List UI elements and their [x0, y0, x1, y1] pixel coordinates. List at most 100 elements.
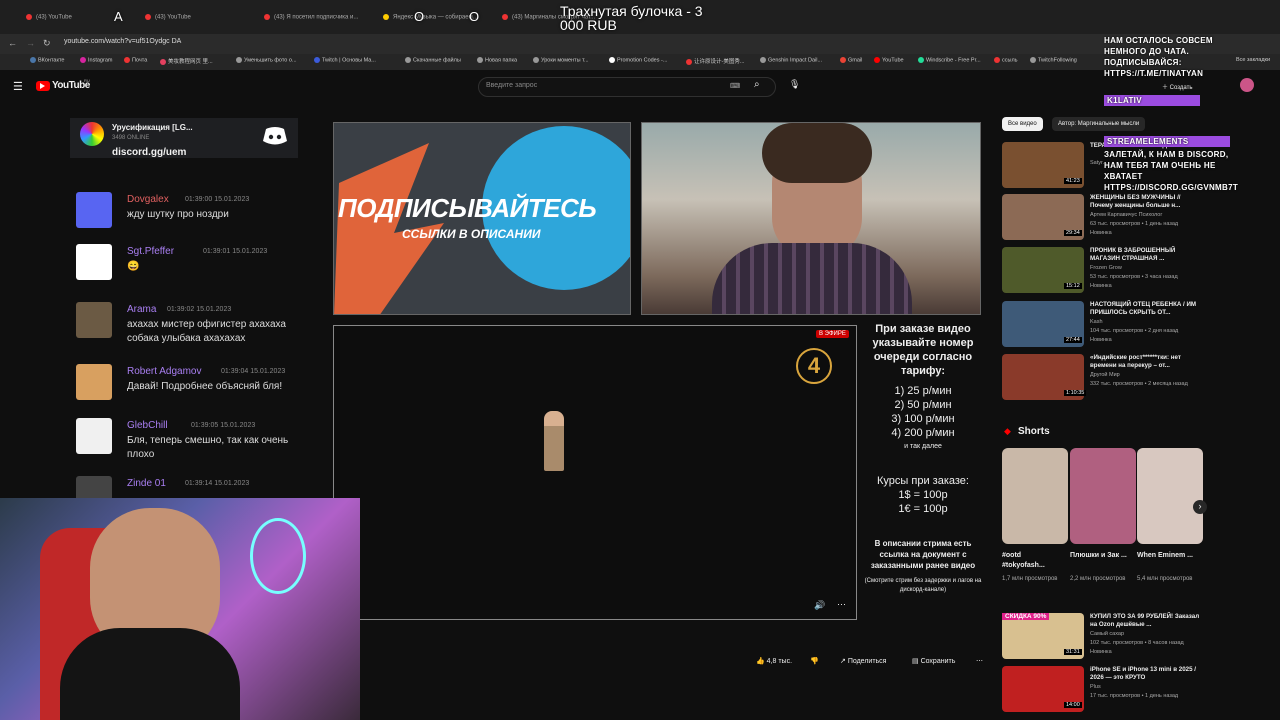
- vk-icon: [30, 57, 36, 63]
- bookmark-item[interactable]: 让许原设计-美图秀...: [686, 57, 744, 65]
- bookmark-item[interactable]: Почта: [124, 57, 147, 63]
- bookmark-icon: [314, 57, 320, 63]
- microphone-icon[interactable]: 🎙: [789, 79, 800, 90]
- video-title[interactable]: iPhone SE и iPhone 13 mini в 2025 / 2026…: [1090, 666, 1200, 682]
- recommended-video[interactable]: 15:12 ПРОНИК В ЗАБРОШЕННЫЙ МАГАЗИН СТРАШН…: [1002, 247, 1208, 295]
- chip-all-videos[interactable]: Все видео: [1002, 117, 1043, 131]
- more-actions-icon[interactable]: ⋯: [976, 657, 983, 665]
- chat-username[interactable]: Sgt.Pfeffer: [127, 246, 174, 257]
- video-duration: 27:44: [1064, 337, 1082, 343]
- video-title[interactable]: КУПИЛ ЭТО ЗА 99 РУБЛЕЙ! Заказал на Ozon …: [1090, 613, 1200, 629]
- chat-username[interactable]: Robert Adgamov: [127, 366, 202, 377]
- short-thumbnail[interactable]: [1137, 448, 1203, 544]
- share-button[interactable]: ↗ Поделиться: [840, 657, 886, 665]
- menu-icon[interactable]: ☰: [13, 80, 23, 93]
- recommended-video[interactable]: 14:00 iPhone SE и iPhone 13 mini в 2025 /…: [1002, 666, 1208, 714]
- recommended-video[interactable]: 29:34 ЖЕНЩИНЫ БЕЗ МУЖЧИНЫ // Почему женщи…: [1002, 194, 1208, 242]
- create-button[interactable]: ＋ Создать: [1162, 82, 1192, 91]
- bookmark-item[interactable]: Все закладки: [1236, 57, 1270, 63]
- video-title[interactable]: ПРОНИК В ЗАБРОШЕННЫЙ МАГАЗИН СТРАШНАЯ ..…: [1090, 247, 1200, 263]
- browser-tab[interactable]: (43) YouTube: [26, 14, 72, 30]
- order-title: При заказе видео указывайте номер очеред…: [872, 323, 974, 377]
- browser-tab[interactable]: Яндекс Музыка — собираем...: [383, 14, 478, 30]
- chat-timestamp: 01:39:02 15.01.2023: [167, 306, 232, 313]
- bookmark-item[interactable]: 美妆教程网页 里...: [160, 57, 213, 65]
- address-bar: [0, 34, 1280, 54]
- bookmark-item[interactable]: Скачанные файлы: [405, 57, 461, 63]
- bookmark-item[interactable]: ВКонтакте: [30, 57, 64, 63]
- discord-note: (Смотрите стрим без задержки и лагов на …: [864, 578, 982, 593]
- reload-icon[interactable]: ↻: [43, 38, 51, 49]
- back-icon[interactable]: ←: [8, 38, 17, 48]
- avatar[interactable]: [1240, 78, 1254, 92]
- keyboard-icon[interactable]: ⌨: [730, 82, 740, 90]
- search-icon[interactable]: ⌕: [754, 79, 760, 90]
- play-icon: [40, 83, 45, 89]
- tariff-item: 3) 100 р/мин: [891, 413, 955, 425]
- like-button[interactable]: 👍 4,8 тыс.: [756, 657, 792, 665]
- bookmark-icon: [918, 57, 924, 63]
- url-field[interactable]: youtube.com/watch?v=uf51Oydgc DA: [64, 38, 181, 45]
- tariff-item: 4) 200 р/мин: [891, 427, 955, 439]
- recommended-video[interactable]: СКИДКА 90% 31:31 КУПИЛ ЭТО ЗА 99 РУБЛЕЙ! З…: [1002, 613, 1208, 661]
- chat-username[interactable]: GlebChill: [127, 420, 168, 431]
- avatar[interactable]: [76, 418, 112, 454]
- avatar[interactable]: [76, 364, 112, 400]
- bookmark-item[interactable]: Promotion Codes -...: [609, 57, 667, 63]
- short-title[interactable]: Плюшки и Зак ...: [1070, 551, 1130, 561]
- chevron-right-icon[interactable]: ›: [1193, 500, 1207, 514]
- promo-title: ПОДПИСЫВАЙТЕСЬ: [338, 193, 597, 223]
- avatar[interactable]: [76, 302, 112, 338]
- bookmark-icon: [236, 57, 242, 63]
- bookmark-item[interactable]: Уроки моменты т...: [533, 57, 589, 63]
- chat-username[interactable]: Zinde 01: [127, 478, 166, 489]
- volume-icon[interactable]: 🔊: [814, 600, 825, 611]
- chat-username[interactable]: Arama: [127, 304, 156, 315]
- bookmark-label: TwitchFollowing: [1038, 57, 1077, 64]
- region-code: RU: [84, 78, 90, 83]
- bookmark-icon: [609, 57, 615, 63]
- tariff-etc: и так далее: [904, 443, 942, 450]
- browser-tab[interactable]: (43) YouTube: [145, 14, 191, 30]
- short-thumbnail[interactable]: [1002, 448, 1068, 544]
- short-title[interactable]: #ootd #tokyofash...: [1002, 551, 1062, 571]
- chat-panel: Dovgalex 01:39:00 15.01.2023 жду шутку про…: [70, 118, 298, 500]
- bookmark-item[interactable]: Новая папка: [477, 57, 517, 63]
- browser-tab[interactable]: (43) Я посетил подписчика и...: [264, 14, 358, 30]
- avatar[interactable]: [76, 244, 112, 280]
- bookmark-item[interactable]: TwitchFollowing: [1030, 57, 1077, 63]
- bookmark-item[interactable]: Genshin Impact Dail...: [760, 57, 822, 63]
- chat-text: Давай! Подробнее объясняй бля!: [127, 381, 283, 392]
- video-player[interactable]: В ЭФИРЕ 4 🔊 ⋯: [333, 325, 857, 620]
- save-label: Сохранить: [920, 658, 956, 665]
- forward-icon[interactable]: →: [26, 38, 35, 48]
- avatar[interactable]: [76, 476, 112, 500]
- recommended-video[interactable]: 1:10:35 «Индийские рост******тки: нет вре…: [1002, 354, 1208, 402]
- bookmark-item[interactable]: Gmail: [840, 57, 862, 63]
- streamer-facecam: [0, 498, 360, 720]
- bookmark-item[interactable]: Windscribe - Free Pr...: [918, 57, 981, 63]
- short-title[interactable]: When Eminem ...: [1137, 551, 1197, 561]
- chat-username[interactable]: Dovgalex: [127, 194, 169, 205]
- tab-label: (43) YouTube: [36, 14, 72, 21]
- bookmark-label: Почта: [132, 57, 148, 64]
- more-options-icon[interactable]: ⋯: [837, 599, 846, 610]
- bookmark-item[interactable]: ссыль: [994, 57, 1018, 63]
- video-title[interactable]: НАСТОЯЩИЙ ОТЕЦ РЕБЕНКА / ИМ ПРИШЛОСЬ СКР…: [1090, 301, 1200, 317]
- overlay-chat-line: ПОДПИСЫВАЙСЯ:: [1104, 58, 1182, 67]
- dislike-icon[interactable]: 👎: [810, 657, 819, 665]
- bookmark-item[interactable]: Instagram: [80, 57, 112, 63]
- folder-icon: [1030, 57, 1036, 63]
- short-thumbnail[interactable]: [1070, 448, 1136, 544]
- chip-author[interactable]: Автор: Маргинальные мысли: [1052, 117, 1146, 131]
- bookmark-item[interactable]: Twitch | Основы Ма...: [314, 57, 376, 63]
- video-meta: 332 тыс. просмотров • 2 месяца назад: [1090, 381, 1188, 387]
- video-title[interactable]: «Индийские рост******тки: нет времени на…: [1090, 354, 1200, 370]
- save-button[interactable]: ▤ Сохранить: [912, 657, 955, 665]
- recommended-video[interactable]: 27:44 НАСТОЯЩИЙ ОТЕЦ РЕБЕНКА / ИМ ПРИШЛОС…: [1002, 301, 1208, 349]
- video-title[interactable]: ЖЕНЩИНЫ БЕЗ МУЖЧИНЫ // Почему женщины бо…: [1090, 194, 1200, 210]
- avatar[interactable]: [76, 192, 112, 228]
- bookmark-item[interactable]: YouTube: [874, 57, 904, 63]
- bookmark-item[interactable]: Уменьшить фото о...: [236, 57, 297, 63]
- shorts-heading: Shorts: [1018, 426, 1050, 437]
